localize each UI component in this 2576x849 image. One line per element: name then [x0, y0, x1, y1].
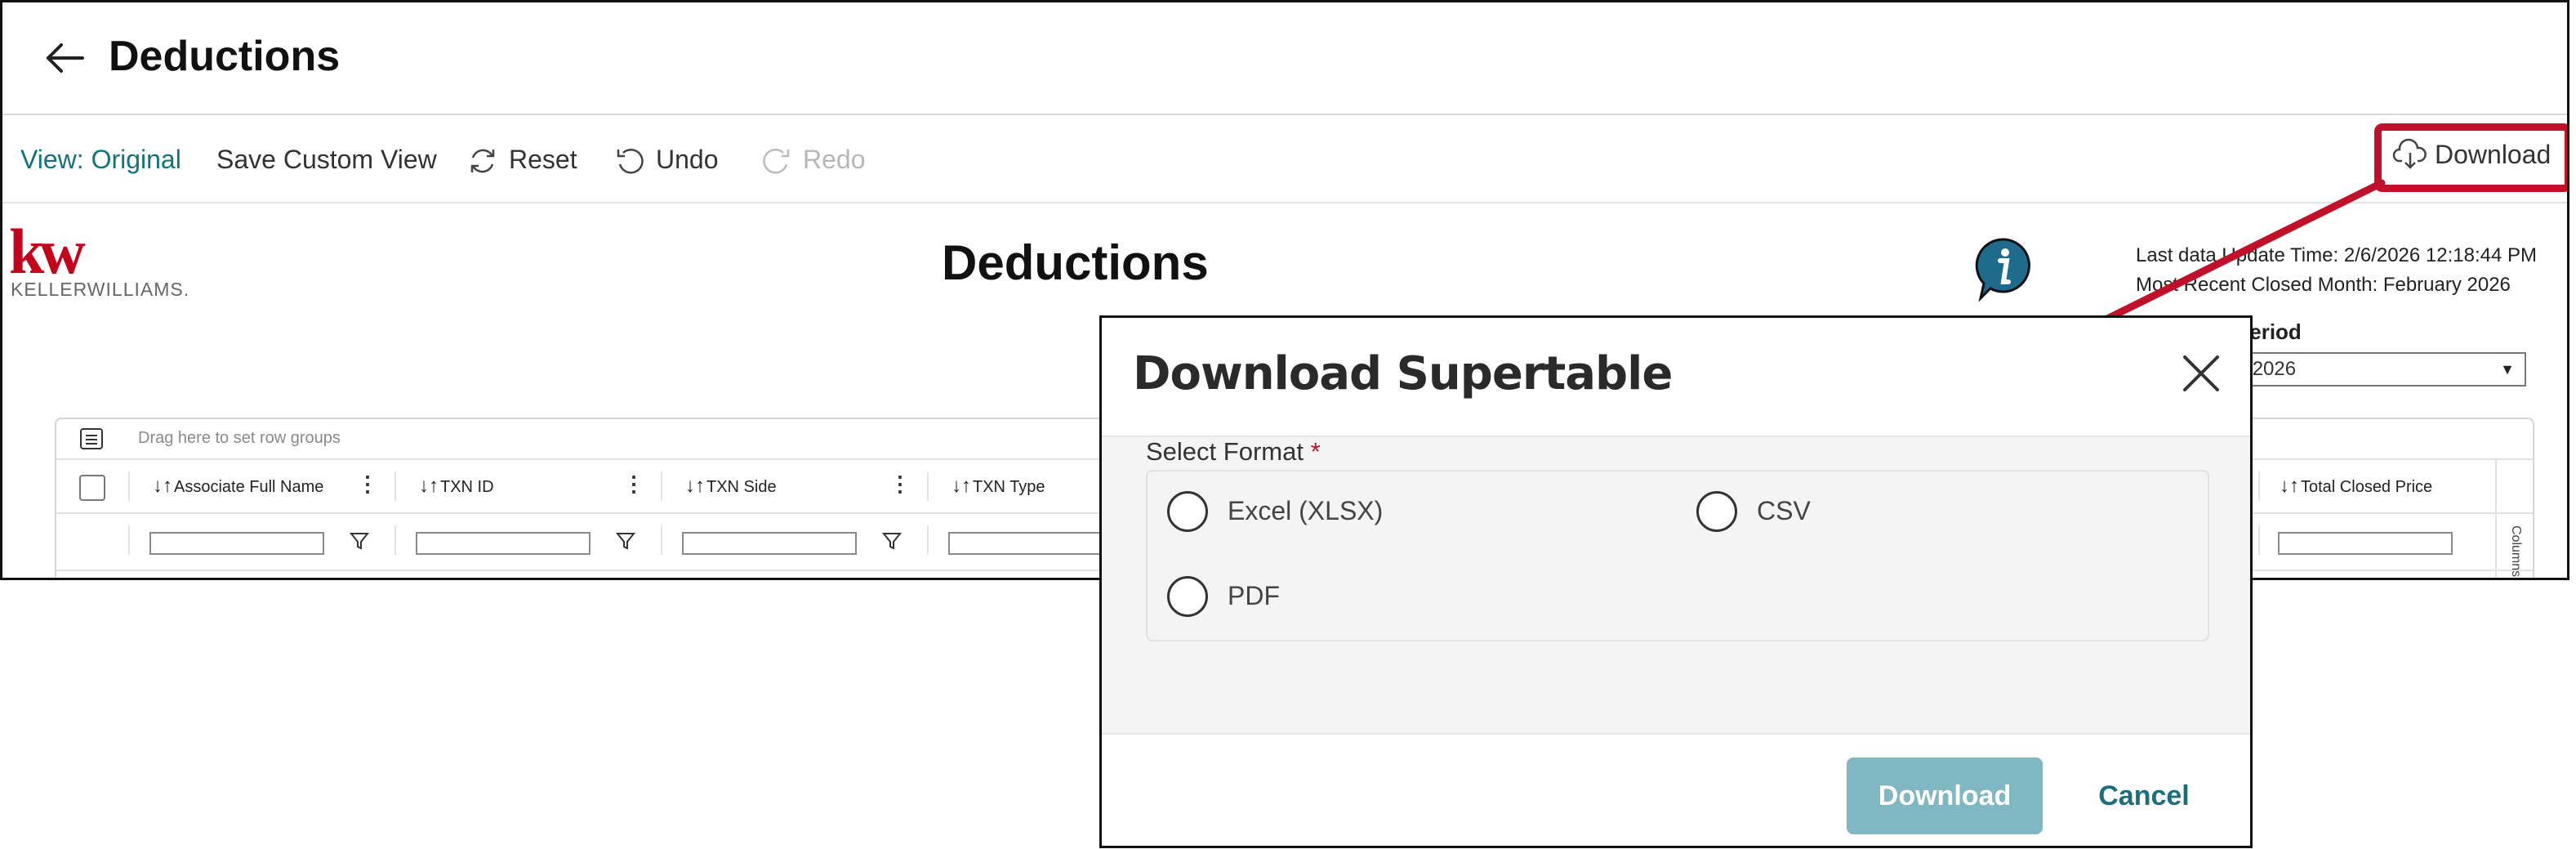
save-custom-view-button[interactable]: Save Custom View	[216, 140, 437, 179]
toolbar: View: Original Save Custom View Reset Un…	[2, 115, 2567, 203]
filter-input-txn-id[interactable]	[416, 532, 591, 555]
page-title: Deductions	[109, 33, 341, 80]
row-group-hint: Drag here to set row groups	[138, 429, 341, 447]
column-separator	[128, 525, 130, 555]
modal-header: Download Supertable	[1102, 318, 2250, 437]
radio-label-csv[interactable]: CSV	[1757, 496, 1811, 526]
undo-button[interactable]: Undo	[608, 140, 719, 179]
column-header-txn-id[interactable]: ↓↑ TXN ID	[419, 475, 494, 498]
last-update-text: Last data Update Time: 2/6/2026 12:18:44…	[2136, 244, 2537, 267]
column-label: Total Closed Price	[2301, 478, 2433, 496]
kw-logo: kw	[9, 216, 86, 287]
report-title: Deductions	[942, 235, 1209, 290]
column-label: TXN Type	[973, 478, 1045, 496]
sort-icon: ↓↑	[419, 475, 439, 497]
recent-month-label: Most Recent Closed Month:	[2136, 274, 2378, 296]
filter-icon[interactable]	[349, 530, 370, 552]
reset-button[interactable]: Reset	[461, 140, 577, 179]
redo-label: Redo	[803, 145, 866, 174]
undo-label: Undo	[656, 145, 719, 174]
radio-csv[interactable]	[1696, 491, 1737, 532]
recent-month-text: Most Recent Closed Month: February 2026	[2136, 274, 2511, 297]
back-arrow-icon[interactable]	[42, 35, 87, 81]
format-label-text: Select Format	[1146, 437, 1304, 466]
column-separator	[661, 525, 662, 555]
columns-tab-label: Columns	[2509, 525, 2523, 578]
kw-brand-text: KELLERWILLIAMS.	[11, 279, 190, 300]
filter-icon[interactable]	[615, 530, 636, 552]
filter-input-associate-name[interactable]	[149, 532, 324, 555]
column-separator	[2258, 471, 2260, 501]
sort-icon: ↓↑	[952, 475, 971, 497]
column-separator	[927, 471, 929, 501]
required-marker: *	[1310, 437, 1321, 466]
column-header-txn-type[interactable]: ↓↑ TXN Type	[952, 475, 1045, 498]
download-highlight-box	[2374, 123, 2567, 192]
modal-footer: Download Cancel	[1102, 733, 2250, 846]
sort-icon: ↓↑	[2280, 475, 2299, 497]
radio-excel[interactable]	[1167, 491, 1208, 532]
column-menu-icon[interactable]: ⋮	[357, 471, 378, 497]
columns-side-panel[interactable]: Columns	[2495, 460, 2533, 578]
recent-month-value: February 2026	[2382, 274, 2511, 296]
filter-input-txn-type[interactable]	[948, 532, 1123, 555]
column-header-txn-side[interactable]: ↓↑ TXN Side	[685, 475, 777, 498]
reset-icon	[470, 149, 495, 173]
column-menu-icon[interactable]: ⋮	[889, 471, 911, 497]
sort-icon: ↓↑	[153, 475, 172, 497]
column-header-associate-name[interactable]: ↓↑ Associate Full Name	[153, 475, 323, 498]
column-separator	[394, 471, 396, 501]
column-label: Associate Full Name	[174, 478, 324, 496]
modal-title: Download Supertable	[1133, 347, 1673, 400]
chevron-down-icon: ▼	[2500, 361, 2515, 378]
column-separator	[394, 525, 396, 555]
view-selector[interactable]: View: Original	[20, 140, 181, 179]
column-label: TXN ID	[440, 478, 494, 496]
radio-label-pdf[interactable]: PDF	[1228, 581, 1280, 611]
filter-input-txn-side[interactable]	[682, 532, 857, 555]
format-label: Select Format *	[1146, 437, 1321, 467]
redo-icon	[763, 149, 790, 174]
column-separator	[128, 471, 130, 501]
title-bar: Deductions	[2, 2, 2567, 115]
download-modal: Download Supertable Select Format * Exce…	[1099, 315, 2253, 848]
filter-input-total-closed-price[interactable]	[2278, 532, 2453, 555]
modal-cancel-button[interactable]: Cancel	[2087, 757, 2201, 834]
reset-label: Reset	[509, 145, 577, 174]
radio-pdf[interactable]	[1167, 576, 1208, 617]
column-label: TXN Side	[706, 478, 777, 496]
filter-icon[interactable]	[881, 530, 902, 552]
sort-icon: ↓↑	[685, 475, 705, 497]
column-header-total-closed-price[interactable]: ↓↑ Total Closed Price	[2280, 475, 2432, 498]
modal-download-button[interactable]: Download	[1847, 757, 2043, 834]
column-menu-icon[interactable]: ⋮	[623, 471, 644, 497]
format-options-group: Excel (XLSX) CSV PDF	[1146, 470, 2209, 641]
group-icon	[80, 428, 103, 449]
redo-button[interactable]: Redo	[755, 140, 866, 179]
select-all-checkbox[interactable]	[79, 475, 105, 501]
last-update-label: Last data Update Time:	[2136, 244, 2339, 266]
column-separator	[2258, 525, 2260, 555]
info-icon[interactable]	[1972, 236, 2033, 302]
last-update-value: 2/6/2026 12:18:44 PM	[2343, 244, 2538, 266]
close-icon[interactable]	[2178, 351, 2224, 396]
column-separator	[661, 471, 662, 501]
undo-icon	[617, 149, 644, 174]
column-separator	[927, 525, 929, 555]
radio-label-excel[interactable]: Excel (XLSX)	[1228, 496, 1383, 526]
